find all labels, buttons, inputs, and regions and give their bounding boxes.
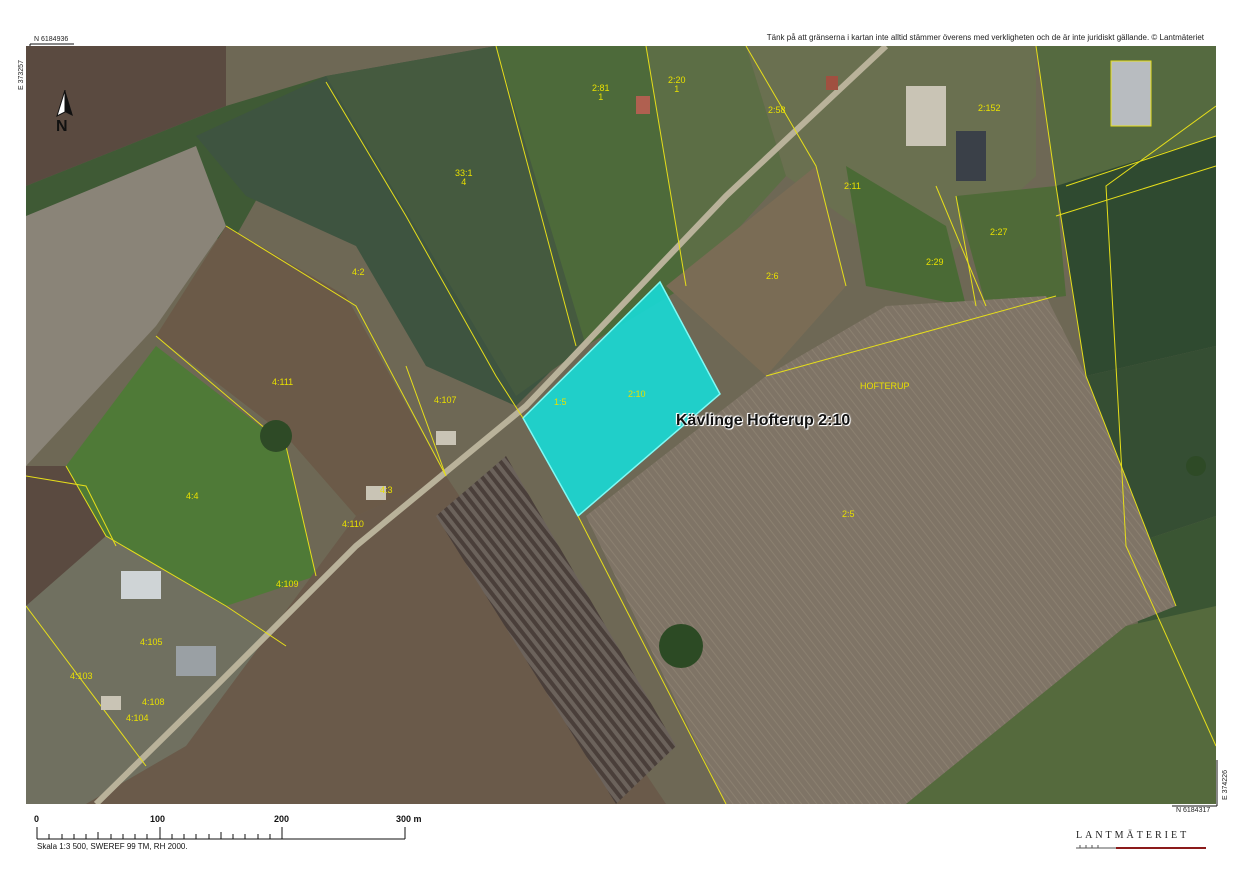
property-title: Kävlinge Hofterup 2:10 <box>676 412 851 429</box>
parcel-label: 2:29 <box>926 257 944 267</box>
parcel-label: 4:107 <box>434 395 457 405</box>
parcel-label: 4:104 <box>126 713 149 723</box>
coord-top-left-north: N 6184936 <box>34 36 69 43</box>
parcel-label: 4:111 <box>272 377 294 387</box>
parcel-label: 2:152 <box>978 103 1001 113</box>
parcel-label: 4:4 <box>186 491 199 501</box>
logo-text: LANTMÄTERIET <box>1076 830 1190 841</box>
parcel-label: 2:58 <box>768 105 786 115</box>
lantmateriet-logo: LANTMÄTERIET <box>1076 830 1206 852</box>
parcel-label: 2:5 <box>842 509 855 519</box>
map-view[interactable]: 2:81 1 2:20 1 2:58 2:152 33:1 4 2:11 2:27 4… <box>26 46 1216 804</box>
disclaimer-text: Tänk på att gränserna i kartan inte allt… <box>766 33 1204 42</box>
coord-bottom-right-east: E 374226 <box>1222 770 1229 800</box>
parcel-label: 2:27 <box>990 227 1008 237</box>
north-label: N <box>56 118 68 135</box>
parcel-label: 2:81 1 <box>592 83 610 102</box>
north-arrow-icon: N <box>52 89 78 140</box>
logo-stripe <box>1076 845 1206 849</box>
parcel-label: 4:103 <box>70 671 93 681</box>
parcel-label: 4:108 <box>142 697 165 707</box>
parcel-label: 4:2 <box>352 267 365 277</box>
coord-bottom-right-north: N 6184317 <box>1176 807 1211 814</box>
parcel-label: 1:5 <box>554 397 567 407</box>
parcel-label: 33:1 4 <box>455 168 473 187</box>
parcel-label: 2:11 <box>844 181 861 191</box>
parcel-label: 2:6 <box>766 271 779 281</box>
scale-caption: Skala 1:3 500, SWEREF 99 TM, RH 2000. <box>37 842 188 851</box>
parcel-label: 4:105 <box>140 637 163 647</box>
parcel-label: 4:110 <box>342 519 364 529</box>
parcel-label: 4:109 <box>276 579 299 589</box>
parcel-label: 2:20 1 <box>668 75 686 94</box>
aerial-map-image <box>26 46 1216 804</box>
parcel-label: HOFTERUP <box>860 381 910 391</box>
coord-top-left-east: E 373257 <box>18 60 25 90</box>
parcel-label: 4:3 <box>380 485 393 495</box>
parcel-label: 2:10 <box>628 389 646 399</box>
